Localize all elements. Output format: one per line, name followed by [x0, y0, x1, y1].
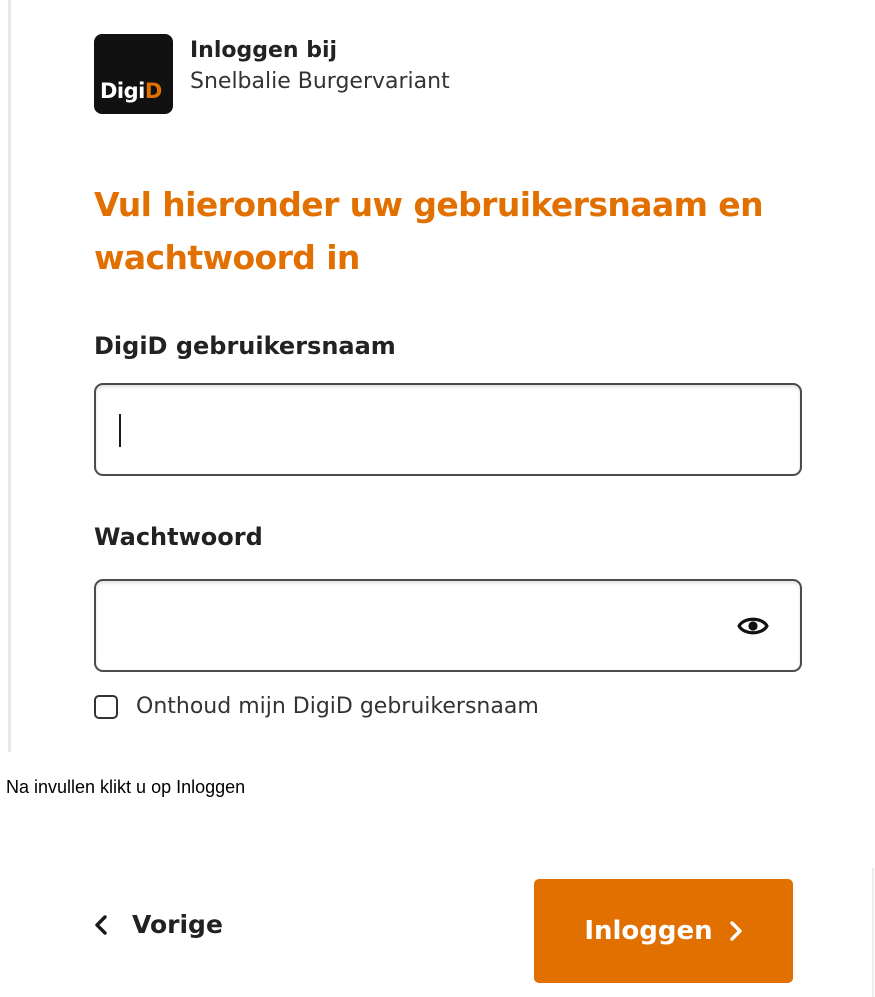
remember-label[interactable]: Onthoud mijn DigiD gebruikersnaam — [136, 694, 539, 719]
brand-header: DigiD Inloggen bij Snelbalie Burgervaria… — [94, 34, 450, 114]
login-button[interactable]: Inloggen — [534, 879, 793, 983]
chevron-right-icon — [729, 921, 742, 941]
back-label: Vorige — [132, 910, 223, 939]
brand-subtitle: Snelbalie Burgervariant — [190, 69, 450, 94]
text-caret — [119, 414, 121, 447]
right-divider — [872, 868, 874, 997]
remember-checkbox[interactable] — [94, 694, 118, 719]
logo-text-prefix: Digi — [100, 79, 145, 103]
chevron-left-icon — [95, 915, 107, 935]
brand-text: Inloggen bij Snelbalie Burgervariant — [190, 36, 450, 98]
brand-title: Inloggen bij — [190, 38, 338, 63]
password-input[interactable] — [96, 581, 800, 670]
logo-text: DigiD — [100, 81, 162, 102]
page-heading: Vul hieronder uw gebruikersnaam en wacht… — [94, 185, 764, 277]
username-label: DigiD gebruikersnaam — [94, 332, 396, 360]
password-field[interactable] — [94, 579, 802, 672]
digid-logo: DigiD — [94, 34, 173, 114]
eye-icon[interactable] — [737, 614, 769, 638]
login-label: Inloggen — [584, 916, 713, 946]
remember-username[interactable]: Onthoud mijn DigiD gebruikersnaam — [94, 694, 539, 719]
left-divider — [8, 0, 11, 752]
back-link[interactable]: Vorige — [94, 910, 223, 940]
username-input[interactable] — [96, 385, 800, 474]
logo-text-accent: D — [144, 79, 162, 103]
username-field[interactable] — [94, 383, 802, 476]
password-label: Wachtwoord — [94, 523, 263, 551]
instruction-note: Na invullen klikt u op Inloggen — [6, 777, 246, 797]
